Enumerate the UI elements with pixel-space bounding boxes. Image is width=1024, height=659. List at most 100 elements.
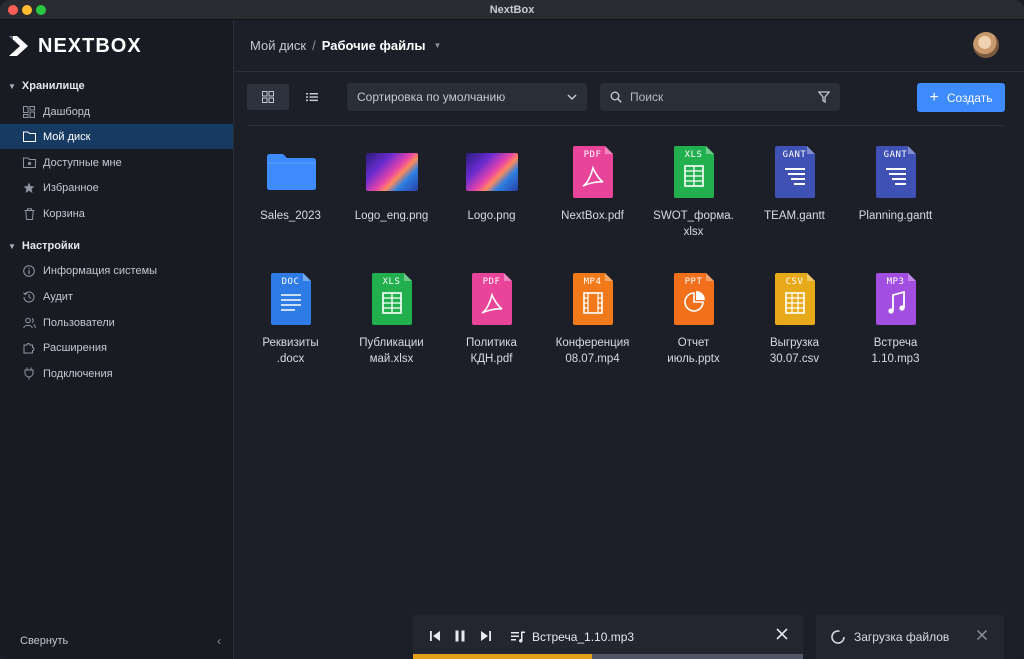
close-icon [776, 628, 788, 640]
file-name: TEAM.gantt [764, 210, 825, 222]
list-view-button[interactable] [291, 84, 333, 110]
file-item[interactable]: PPT Отчет июль.pptx [643, 267, 744, 367]
file-icon-wrapper: PPT [643, 267, 744, 331]
sidebar-item-favorites[interactable]: Избранное [0, 175, 233, 200]
grid-view-button[interactable] [247, 84, 289, 110]
sidebar-item-trash[interactable]: Корзина [0, 201, 233, 226]
document-icon: PDF [471, 273, 512, 325]
close-icon [976, 629, 988, 641]
folder-icon [266, 154, 316, 190]
document-icon: CSV [774, 273, 815, 325]
file-icon-wrapper: DOC [240, 267, 341, 331]
chevron-left-icon: ‹ [217, 634, 221, 648]
previous-track-button[interactable] [429, 627, 441, 650]
file-name: SWOT_форма. xlsx [653, 210, 734, 238]
list-icon [306, 93, 318, 102]
logo-mark-icon [9, 36, 28, 56]
search-input[interactable] [630, 90, 800, 104]
playlist-icon [511, 631, 525, 643]
sidebar-item-label: Мой диск [43, 130, 91, 143]
folder-icon [22, 130, 36, 144]
filter-icon[interactable] [817, 90, 831, 108]
image-thumbnail [465, 153, 518, 191]
app-window: NextBox NEXTBOX ▼ Хранилище Дашборд Мой … [0, 0, 1024, 659]
playback-progress-fill [413, 654, 592, 659]
sidebar-item-label: Корзина [43, 207, 85, 220]
collapse-sidebar-button[interactable]: Свернуть ‹ [0, 623, 233, 659]
breadcrumb-separator: / [312, 38, 316, 53]
breadcrumb-root[interactable]: Мой диск [250, 38, 306, 53]
file-item[interactable]: XLS SWOT_форма. xlsx [643, 140, 744, 240]
next-track-button[interactable] [480, 627, 492, 650]
sidebar-item-users[interactable]: Пользователи [0, 310, 233, 335]
document-icon: MP3 [875, 273, 916, 325]
file-name: Planning.gantt [858, 210, 933, 222]
settings-section-header[interactable]: ▼ Настройки [8, 240, 80, 252]
sidebar-item-dashboard[interactable]: Дашборд [0, 99, 233, 124]
file-item[interactable]: GANT Planning.gantt [845, 140, 946, 224]
file-icon-wrapper: GANT [845, 140, 946, 204]
create-button[interactable]: + Создать [917, 83, 1005, 112]
toolbar-divider [248, 125, 1004, 126]
file-item[interactable]: XLS Публикации май.xlsx [341, 267, 442, 367]
file-item[interactable]: PDF NextBox.pdf [542, 140, 643, 224]
star-icon [22, 181, 36, 195]
sidebar-item-audit[interactable]: Аудит [0, 284, 233, 309]
file-type-tag: GANT [883, 150, 908, 160]
sidebar-item-extensions[interactable]: Расширения [0, 335, 233, 360]
file-type-tag: MP3 [886, 277, 905, 287]
file-item[interactable]: GANT TEAM.gantt [744, 140, 845, 224]
upload-label: Загрузка файлов [854, 630, 950, 644]
caret-down-icon[interactable]: ▼ [433, 41, 441, 50]
file-item[interactable]: MP3 Встреча 1.10.mp3 [845, 267, 946, 367]
sort-dropdown[interactable]: Сортировка по умолчанию [347, 83, 587, 111]
file-name: Отчет июль.pptx [667, 337, 720, 365]
file-item[interactable]: DOC Реквизиты .docx [240, 267, 341, 367]
file-item[interactable]: PDF Политика КДН.pdf [441, 267, 542, 367]
file-name: Встреча 1.10.mp3 [871, 337, 920, 365]
file-item[interactable]: MP4 Конференция 08.07.mp4 [542, 267, 643, 367]
sidebar-item-label: Дашборд [43, 105, 91, 118]
storage-section-label: Хранилище [21, 80, 85, 92]
file-icon-wrapper: GANT [744, 140, 845, 204]
sidebar-item-shared[interactable]: Доступные мне [0, 150, 233, 175]
sidebar-item-system-info[interactable]: Информация системы [0, 258, 233, 283]
file-item[interactable]: CSV Выгрузка 30.07.csv [744, 267, 845, 367]
file-name: Реквизиты .docx [262, 337, 319, 365]
logo[interactable]: NEXTBOX [8, 34, 142, 58]
file-name: NextBox.pdf [561, 210, 624, 222]
upload-status-panel: Загрузка файлов [816, 615, 1004, 659]
sidebar-item-my-drive[interactable]: Мой диск [0, 124, 233, 149]
file-item[interactable]: Logo.png [441, 140, 542, 224]
file-icon-wrapper: XLS [643, 140, 744, 204]
plus-icon: + [929, 88, 939, 106]
document-icon: DOC [270, 273, 311, 325]
breadcrumb: Мой диск / Рабочие файлы ▼ [250, 38, 441, 53]
trash-icon [22, 207, 36, 221]
breadcrumb-current[interactable]: Рабочие файлы [322, 38, 426, 53]
file-name: Политика КДН.pdf [466, 337, 517, 365]
image-thumbnail [365, 153, 418, 191]
sidebar-item-connections[interactable]: Подключения [0, 361, 233, 386]
collapse-label: Свернуть [20, 635, 69, 647]
close-player-button[interactable] [775, 627, 789, 646]
document-icon: XLS [371, 273, 412, 325]
file-type-tag: PDF [482, 277, 501, 287]
file-name: Выгрузка 30.07.csv [769, 337, 820, 365]
sidebar-item-label: Пользователи [43, 316, 115, 329]
grid-icon [262, 91, 274, 103]
chevron-down-icon [567, 90, 577, 107]
file-type-tag: MP4 [583, 277, 602, 287]
avatar[interactable] [973, 32, 999, 58]
file-name: Sales_2023 [260, 210, 321, 222]
file-item[interactable]: Logo_eng.png [341, 140, 442, 224]
info-icon [22, 264, 36, 278]
file-item[interactable]: Sales_2023 [240, 140, 341, 224]
document-icon: XLS [673, 146, 714, 198]
document-icon: MP4 [572, 273, 613, 325]
caret-down-icon: ▼ [8, 81, 16, 91]
pause-button[interactable] [454, 627, 466, 650]
close-upload-panel-button[interactable] [976, 629, 988, 644]
storage-section-header[interactable]: ▼ Хранилище [8, 80, 85, 92]
document-icon: GANT [875, 146, 916, 198]
